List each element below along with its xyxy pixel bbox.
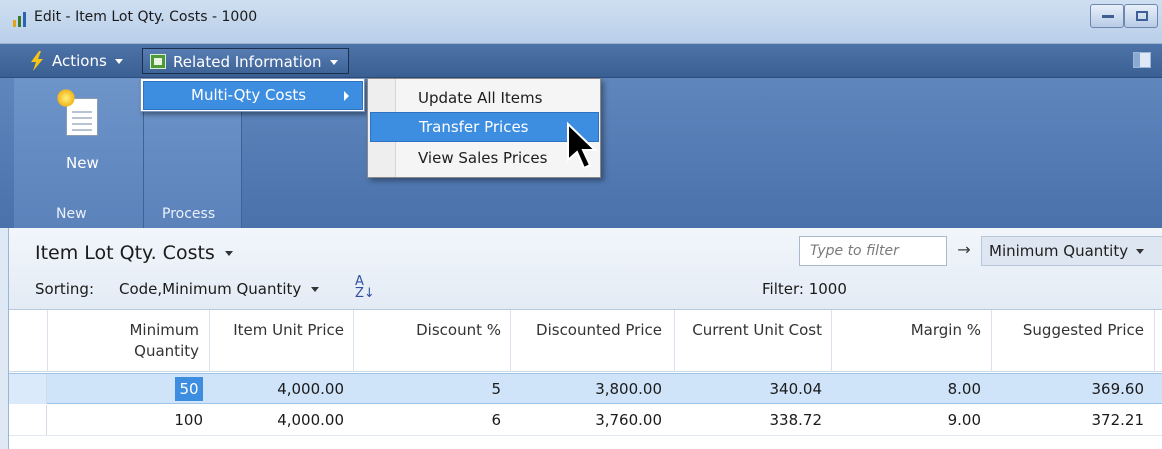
chevron-down-icon xyxy=(311,287,320,292)
cell-current-unit-cost: 340.04 xyxy=(769,380,823,398)
cell-discount: 5 xyxy=(491,380,501,398)
column-header-item-unit-price[interactable]: Item Unit Price xyxy=(209,320,344,341)
related-information-menu[interactable]: Related Information xyxy=(142,48,349,74)
row-selector[interactable] xyxy=(9,374,47,404)
header-line: Quantity xyxy=(134,342,199,360)
ribbon-group-new: New New xyxy=(14,78,144,228)
cell-suggested-price: 372.21 xyxy=(1091,411,1145,429)
menu-item-update-all-items[interactable]: Update All Items xyxy=(370,83,599,113)
cell-current-unit-cost: 338.72 xyxy=(769,411,823,429)
sorting-select[interactable]: Code,Minimum Quantity xyxy=(119,280,320,298)
related-information-dropdown: Multi-Qty Costs xyxy=(140,78,365,112)
actions-menu[interactable]: Actions xyxy=(24,48,123,74)
list-title-label: Item Lot Qty. Costs xyxy=(35,242,215,264)
cell-margin: 8.00 xyxy=(947,380,981,398)
actions-label: Actions xyxy=(52,52,107,70)
filter-input[interactable]: Type to filter xyxy=(799,236,947,266)
app-chart-icon xyxy=(13,12,26,27)
related-information-icon xyxy=(150,54,166,69)
table-row[interactable]: 50 4,000.00 5 3,800.00 340.04 8.00 369.6… xyxy=(9,373,1162,404)
filter-text: Filter: 1000 xyxy=(762,280,847,298)
new-button[interactable]: New xyxy=(38,86,134,180)
list-title[interactable]: Item Lot Qty. Costs xyxy=(35,242,233,264)
mouse-cursor-icon xyxy=(567,122,598,170)
ribbon-group-new-label: New xyxy=(56,206,87,222)
column-divider xyxy=(1154,310,1155,372)
menu-item-multi-qty-costs[interactable]: Multi-Qty Costs xyxy=(143,81,363,110)
lightning-icon xyxy=(31,51,43,71)
sorting-value: Code,Minimum Quantity xyxy=(119,280,302,298)
menu-item-view-sales-prices[interactable]: View Sales Prices xyxy=(370,143,599,173)
window-title: Edit - Item Lot Qty. Costs - 1000 xyxy=(34,9,258,25)
column-header-margin[interactable]: Margin % xyxy=(831,320,981,341)
command-bar: Actions Related Information xyxy=(0,44,1162,78)
chevron-down-icon xyxy=(1136,249,1145,254)
sorting-label: Sorting: xyxy=(35,280,94,298)
list-area: Item Lot Qty. Costs Type to filter → Min… xyxy=(8,228,1162,449)
sort-az-icon[interactable]: A Z↓ xyxy=(355,275,375,300)
chevron-down-icon xyxy=(329,60,338,65)
title-bar: Edit - Item Lot Qty. Costs - 1000 xyxy=(0,0,1162,44)
cell-item-unit-price: 4,000.00 xyxy=(277,411,344,429)
chevron-down-icon xyxy=(224,251,233,256)
minimize-icon xyxy=(1102,15,1114,18)
filter-field-select[interactable]: Minimum Quantity xyxy=(981,236,1162,266)
chevron-down-icon xyxy=(114,59,123,64)
column-header-minimum-quantity[interactable]: Minimum Quantity xyxy=(69,320,199,362)
header-line: Minimum xyxy=(129,321,199,339)
related-information-label: Related Information xyxy=(173,53,322,71)
maximize-icon xyxy=(1136,11,1148,21)
panel-toggle-icon[interactable] xyxy=(1133,52,1151,68)
column-divider xyxy=(47,310,48,372)
cell-minimum-quantity: 100 xyxy=(174,411,203,429)
minimum-quantity-edit-field[interactable]: 50 xyxy=(175,377,203,401)
list-header: Item Lot Qty. Costs Type to filter → Min… xyxy=(9,228,1162,310)
new-star-icon xyxy=(56,88,76,108)
column-header-discounted-price[interactable]: Discounted Price xyxy=(510,320,662,341)
maximize-button[interactable] xyxy=(1124,4,1158,28)
cell-discounted-price: 3,800.00 xyxy=(595,380,662,398)
row-selector[interactable] xyxy=(9,405,47,435)
ribbon-group-process-label: Process xyxy=(162,206,216,222)
column-header-discount[interactable]: Discount % xyxy=(353,320,501,341)
column-header-current-unit-cost[interactable]: Current Unit Cost xyxy=(674,320,822,341)
cell-suggested-price: 369.60 xyxy=(1091,380,1145,398)
cell-margin: 9.00 xyxy=(947,411,981,429)
filter-field-label: Minimum Quantity xyxy=(989,242,1129,260)
table-row[interactable]: 100 4,000.00 6 3,760.00 338.72 9.00 372.… xyxy=(9,405,1162,436)
chevron-right-icon xyxy=(344,91,349,101)
new-button-label: New xyxy=(66,154,99,172)
menu-item-label: Multi-Qty Costs xyxy=(191,86,307,104)
grid-header: Minimum Quantity Item Unit Price Discoun… xyxy=(9,310,1162,372)
cell-discounted-price: 3,760.00 xyxy=(595,411,662,429)
cell-discount: 6 xyxy=(491,411,501,429)
filter-arrow-icon[interactable]: → xyxy=(947,236,981,266)
menu-item-transfer-prices[interactable]: Transfer Prices xyxy=(370,112,599,142)
minimize-button[interactable] xyxy=(1090,4,1124,28)
column-header-suggested-price[interactable]: Suggested Price xyxy=(991,320,1144,341)
cell-item-unit-price: 4,000.00 xyxy=(277,380,344,398)
